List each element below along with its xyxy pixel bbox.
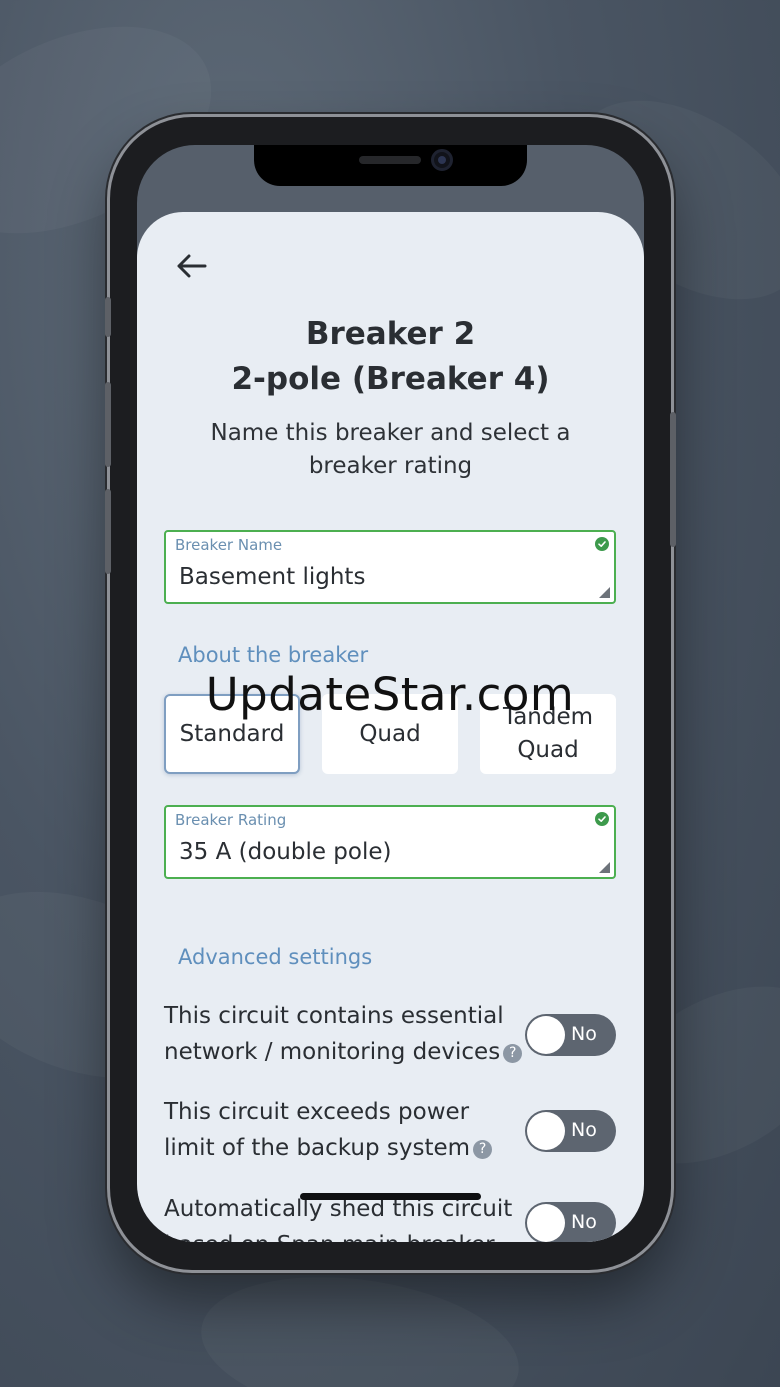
toggle-knob: [527, 1204, 565, 1242]
breaker-rating-field[interactable]: Breaker Rating 35 A (double pole): [164, 805, 616, 879]
setting-text: This circuit contains essential network …: [164, 1003, 504, 1065]
setting-text: This circuit exceeds power limit of the …: [164, 1099, 471, 1161]
toggle-knob: [527, 1016, 565, 1054]
check-circle-icon: [595, 537, 609, 551]
arrow-left-icon: [177, 254, 207, 278]
page-title-subline: 2-pole (Breaker 4): [231, 361, 550, 397]
resize-handle-icon: [599, 862, 610, 873]
phone-volume-up: [105, 382, 111, 467]
background-pattern: [192, 1258, 528, 1387]
setting-text: Automatically shed this circuit based on…: [164, 1196, 513, 1242]
resize-handle-icon: [599, 587, 610, 598]
breaker-name-field[interactable]: Breaker Name Basement lights: [164, 530, 616, 604]
toggle-label: No: [571, 1211, 597, 1233]
about-section-label: About the breaker: [178, 643, 369, 667]
page-subtitle: Name this breaker and select a breaker r…: [210, 420, 571, 479]
phone-volume-down: [105, 489, 111, 574]
speaker-grille: [359, 156, 421, 164]
toggle-label: No: [571, 1023, 597, 1045]
toggle-auto-shed[interactable]: No: [525, 1202, 616, 1242]
phone-side-button: [105, 297, 111, 337]
breaker-settings-sheet: Breaker 2 2-pole (Breaker 4) Name this b…: [137, 212, 644, 1242]
question-circle-icon[interactable]: ?: [473, 1140, 493, 1159]
breaker-rating-label: Breaker Rating: [175, 811, 287, 829]
home-indicator[interactable]: [300, 1193, 481, 1200]
toggle-label: No: [571, 1119, 597, 1141]
setting-exceeds-power-limit: This circuit exceeds power limit of the …: [164, 1094, 524, 1166]
toggle-knob: [527, 1112, 565, 1150]
toggle-exceeds-power-limit[interactable]: No: [525, 1110, 616, 1152]
back-button[interactable]: [167, 242, 215, 290]
phone-notch: [254, 145, 527, 186]
toggle-essential-devices[interactable]: No: [525, 1014, 616, 1056]
check-circle-icon: [595, 812, 609, 826]
advanced-settings-label: Advanced settings: [178, 945, 373, 969]
breaker-name-label: Breaker Name: [175, 536, 283, 554]
type-option-label: Standard: [179, 720, 285, 747]
camera-icon: [431, 149, 453, 171]
page-title: Breaker 2: [305, 316, 476, 352]
breaker-name-value[interactable]: Basement lights: [179, 564, 365, 590]
setting-essential-devices: This circuit contains essential network …: [164, 998, 524, 1070]
type-option-label: Quad: [359, 720, 421, 747]
phone-power-button: [670, 412, 676, 547]
breaker-rating-value[interactable]: 35 A (double pole): [179, 839, 391, 865]
question-circle-icon[interactable]: ?: [503, 1044, 523, 1063]
watermark-text: UpdateStar.com: [205, 668, 575, 721]
